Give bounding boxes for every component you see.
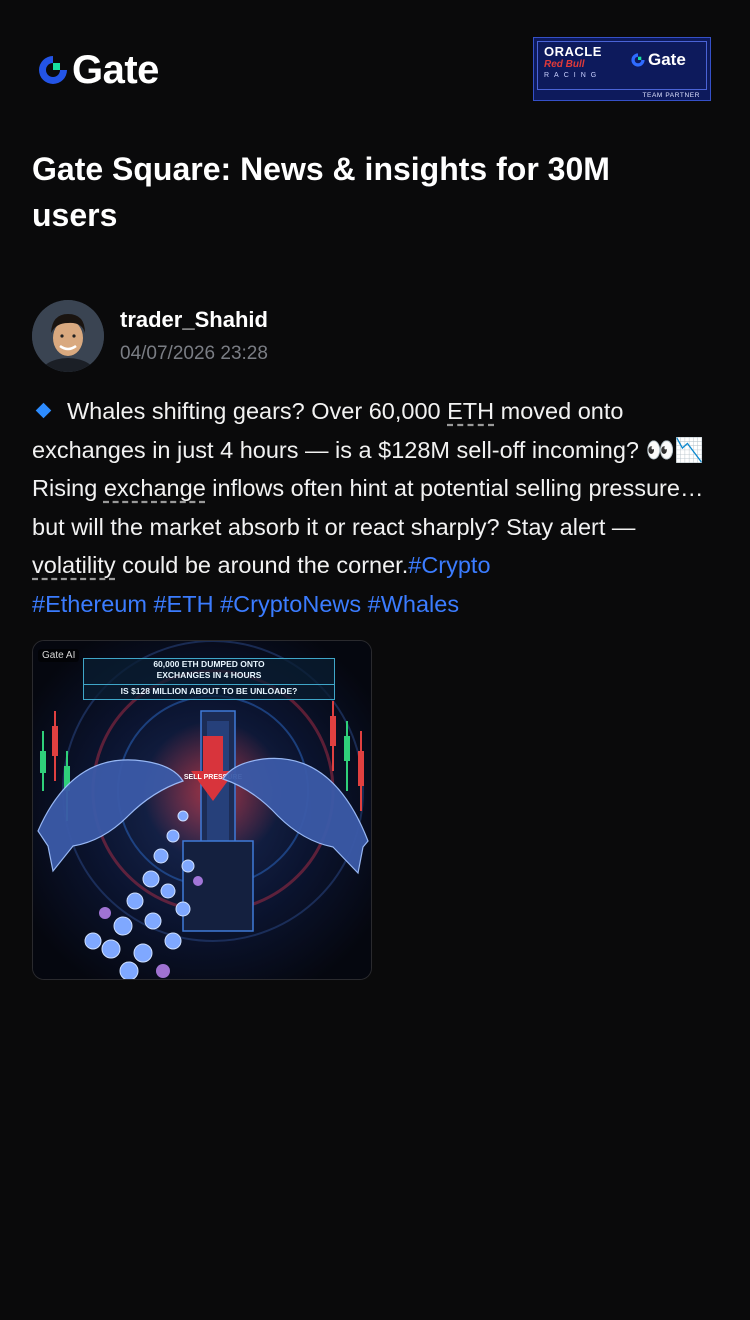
oracle-wordmark: ORACLE [544,44,602,59]
post-body: Whales shifting gears? Over 60,000 ETH m… [32,398,705,617]
team-partner-label: TEAM PARTNER [642,92,700,99]
term-link-exchange[interactable]: exchange [104,475,206,501]
hashtag-cryptonews[interactable]: #CryptoNews [220,591,361,617]
image-banner: 60,000 ETH DUMPED ONTO EXCHANGES IN 4 HO… [83,658,335,700]
post-image[interactable]: SELL PRESSURE Gate AI 60,000 ETH DUMPED … [32,640,372,980]
redbull-wordmark: Red Bull [544,59,585,70]
term-link-eth[interactable]: ETH [447,398,494,424]
page-headline: Gate Square: News & insights for 30M use… [32,151,610,233]
gate-ai-label: Gate AI [38,649,80,662]
racing-wordmark: RACING [544,72,602,79]
post-timestamp: 04/07/2026 23:28 [120,343,268,364]
gate-mini-icon [631,53,645,67]
hashtag-eth[interactable]: #ETH [153,591,213,617]
avatar-portrait [32,300,104,372]
hashtag-crypto[interactable]: #Crypto [408,552,490,578]
hashtag-whales[interactable]: #Whales [368,591,459,617]
hashtag-ethereum[interactable]: #Ethereum [32,591,147,617]
author-avatar[interactable] [32,300,104,372]
gate-logo-icon [39,56,67,84]
author-name[interactable]: trader_Shahid [120,307,268,333]
blue-diamond-icon [35,402,52,419]
team-partner-badge: ORACLE Red Bull RACING Gate TEAM PARTNER [533,37,711,101]
term-link-volatility[interactable]: volatility [32,552,116,578]
gate-logo[interactable]: Gate [36,50,159,90]
partner-gate-logo: Gate [630,50,686,70]
gate-logo-text: Gate [72,48,159,92]
